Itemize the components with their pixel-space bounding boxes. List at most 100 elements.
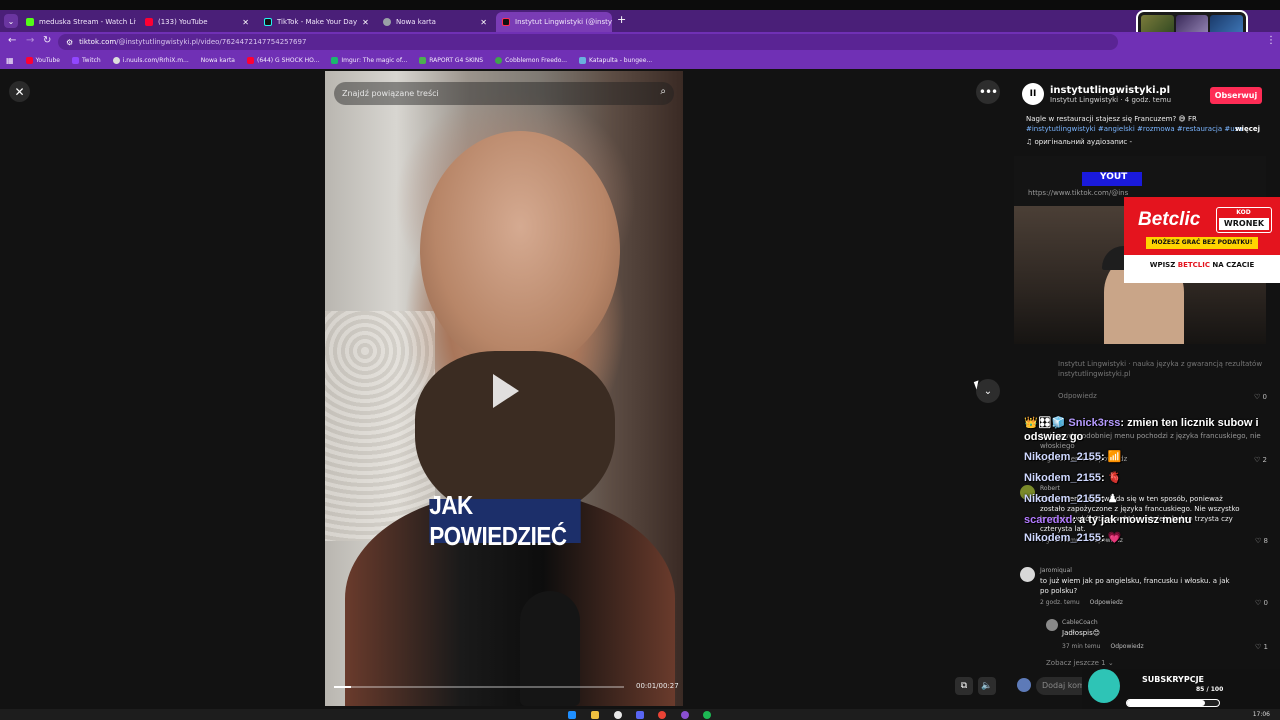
chat-user: Nikodem_2155: [1024, 532, 1102, 544]
ad-code-box: KOD WRONEK: [1216, 207, 1272, 233]
globe-icon: [383, 18, 391, 26]
play-icon[interactable]: [493, 374, 519, 408]
close-video-button[interactable]: ✕: [9, 81, 30, 102]
reply-button[interactable]: Odpowiedz: [1110, 643, 1143, 650]
chrome-icon[interactable]: [658, 711, 666, 719]
ad-promo-prefix: WPISZ: [1149, 261, 1176, 269]
avatar[interactable]: [1046, 619, 1058, 631]
bookmark-item[interactable]: Katapulta - bungee...: [578, 57, 653, 64]
hashtags[interactable]: #instytutlingwistyki #angielski #rozmowa…: [1026, 124, 1266, 134]
reload-icon[interactable]: ↻: [43, 35, 51, 46]
chat-message: Nikodem_2155: 📶: [1024, 451, 1122, 463]
cobblemon-icon: [495, 57, 503, 64]
tiktok-viewer: ✕ Znajdź powiązane treści ⌕ JAK POWIEDZI…: [0, 69, 1280, 709]
tab-tiktok[interactable]: TikTok - Make Your Day ✕: [258, 12, 374, 32]
stream-url-hint: https://www.tiktok.com/@ins: [1028, 189, 1129, 197]
chat-user: Nikodem_2155: [1024, 493, 1102, 505]
close-icon[interactable]: ✕: [242, 18, 249, 27]
video-progress-bar[interactable]: [334, 686, 624, 688]
chat-text: ♟: [1107, 493, 1118, 505]
youtube-icon: [246, 57, 254, 64]
youtube-icon: [145, 18, 153, 26]
chat-text: 📶: [1107, 451, 1122, 463]
video-player[interactable]: Znajdź powiązane treści ⌕ JAK POWIEDZIEĆ…: [325, 71, 683, 706]
bookmark-item[interactable]: Nowa karta: [201, 57, 235, 64]
avatar[interactable]: [1020, 567, 1035, 582]
comment-text: Jadłospis😊: [1062, 629, 1101, 637]
stream-chat-overlay: 👑🎛🧊 Snick3rss: zmien ten licznik subow i…: [1024, 416, 1264, 545]
chat-message: Nikodem_2155: ♟: [1024, 493, 1118, 505]
related-search-input[interactable]: Znajdź powiązane treści ⌕: [334, 82, 674, 105]
stream-youtube-label: YOUT: [1082, 172, 1142, 186]
new-tab-button[interactable]: +: [617, 13, 626, 26]
tab-meduska[interactable]: meduska Stream - Watch Live o ✕: [20, 12, 136, 32]
url-path: /@instytutlingwistyki.pl/video/762447214…: [116, 38, 307, 46]
bookmark-label: Katapulta - bungee...: [588, 57, 653, 64]
apps-icon[interactable]: ▦: [6, 56, 14, 65]
youtube-icon: [25, 57, 33, 64]
comment-time: 37 min temu: [1062, 643, 1101, 650]
faded-text: Instytut Lingwistyki · nauka języka z gw…: [1058, 360, 1263, 368]
browser-icon[interactable]: [681, 711, 689, 719]
more-options-button[interactable]: •••: [976, 80, 1000, 104]
chat-user: Nikodem_2155: [1024, 472, 1102, 484]
follow-button[interactable]: Obserwuj: [1210, 87, 1262, 104]
forward-icon[interactable]: →: [26, 35, 34, 46]
ad-code-value: WRONEK: [1219, 218, 1269, 230]
bookmark-label: RAPORT G4 SKINS: [429, 57, 484, 64]
chat-user: scaredxd: [1024, 514, 1073, 526]
chat-user: Snick3rss: [1068, 417, 1121, 429]
bookmark-item[interactable]: Cobblemon Freedo...: [495, 57, 567, 64]
avatar[interactable]: II: [1022, 83, 1044, 105]
menu-icon[interactable]: ⋮: [1266, 35, 1276, 46]
comment-likes[interactable]: ♡ 1: [1255, 643, 1268, 651]
audio-track[interactable]: ♫ оригінальний аудіозапис -: [1026, 138, 1132, 146]
spotify-icon[interactable]: [703, 711, 711, 719]
tab-search-button[interactable]: ⌄: [4, 14, 18, 28]
chat-message: Nikodem_2155: 💗: [1024, 532, 1122, 544]
avatar: [1017, 678, 1031, 692]
reply-button[interactable]: Odpowiedz: [1090, 599, 1123, 606]
view-more-replies[interactable]: Zobacz jeszcze 1 ⌄: [1046, 659, 1114, 667]
comment-item: Jaromiqual to już wiem jak po angielsku,…: [1020, 567, 1270, 607]
app-icon[interactable]: [614, 711, 622, 719]
volume-button[interactable]: 🔈: [978, 677, 996, 695]
bookmark-label: YouTube: [35, 57, 60, 64]
author-handle[interactable]: instytutlingwistyki.pl: [1050, 85, 1171, 96]
close-icon[interactable]: ✕: [480, 18, 487, 27]
author-block[interactable]: II instytutlingwistyki.pl Instytut Lingw…: [1022, 83, 1171, 105]
pip-button[interactable]: ⧉: [955, 677, 973, 695]
chat-user: Nikodem_2155: [1024, 451, 1102, 463]
bookmark-item[interactable]: i.nuuls.com/RrhiX.m...: [112, 57, 189, 64]
windows-start-icon[interactable]: [568, 711, 576, 719]
tab-youtube[interactable]: (133) YouTube ✕: [139, 12, 255, 32]
bookmark-item[interactable]: Imgur: The magic of...: [331, 57, 407, 64]
author-subtitle: Instytut Lingwistyki · 4 godz. temu: [1050, 95, 1172, 104]
chevron-down-icon: ⌄: [983, 385, 993, 397]
bookmark-item[interactable]: YouTube: [25, 57, 60, 64]
bookmark-item[interactable]: (644) G SHOCK HO...: [246, 57, 319, 64]
bookmark-item[interactable]: Twitch: [71, 57, 101, 64]
search-icon[interactable]: ⌕: [660, 86, 666, 97]
discord-icon[interactable]: [636, 711, 644, 719]
close-icon[interactable]: ✕: [362, 18, 369, 27]
site-info-icon[interactable]: ⚙: [66, 38, 73, 47]
tab-instytut[interactable]: Instytut Lingwistyki (@insty ✕: [496, 12, 612, 32]
address-bar[interactable]: ⚙ tiktok.com/@instytutlingwistyki.pl/vid…: [58, 34, 1118, 50]
more-link[interactable]: więcej: [1235, 124, 1260, 134]
folder-icon[interactable]: [591, 711, 599, 719]
twitch-icon: [71, 57, 79, 64]
back-icon[interactable]: ←: [8, 35, 16, 46]
reply-item: CableCoach Jadłospis😊 37 min temu Odpowie…: [1046, 619, 1270, 655]
comment-likes[interactable]: ♡ 0: [1255, 599, 1268, 607]
faded-likes: ♡ 0: [1254, 393, 1267, 401]
tab-new-tab[interactable]: Nowa karta ✕: [377, 12, 493, 32]
tab-title: Nowa karta: [396, 18, 436, 26]
comment-time: 2 godz. temu: [1040, 599, 1080, 606]
comment-author[interactable]: CableCoach: [1062, 619, 1098, 626]
system-clock: 17:06: [1252, 711, 1270, 718]
chat-message: Nikodem_2155: 🫀: [1024, 472, 1122, 484]
comment-author[interactable]: Jaromiqual: [1040, 567, 1072, 574]
bookmark-item[interactable]: RAPORT G4 SKINS: [419, 57, 483, 64]
subs-progress-bar: [1126, 699, 1220, 707]
